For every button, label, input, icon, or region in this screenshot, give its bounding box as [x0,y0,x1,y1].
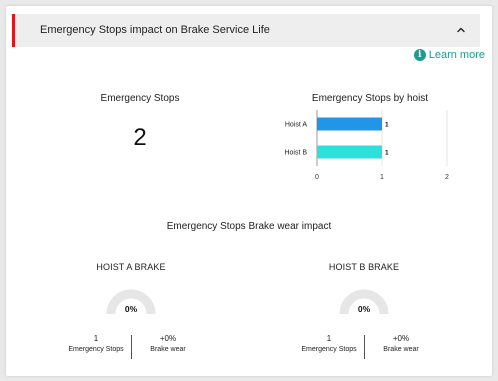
chart-bar [317,145,382,159]
hoist-a-brake-title: HOIST A BRAKE [96,262,166,272]
hoist-a-emergency-stops-stat: 1 Emergency Stops [61,334,131,353]
chart-x-tick-label: 1 [380,174,384,181]
hoist-b-wear-label: Brake wear [383,346,419,353]
hoist-a-wear-value: +0% [159,334,177,343]
hoist-b-stops-value: 1 [326,334,332,343]
emergency-stops-count: 2 [133,124,147,151]
chart-data-label: 1 [385,150,389,157]
header-accent-bar [12,14,15,47]
hoist-chart-title: Emergency Stops by hoist [311,93,429,104]
learn-more-link[interactable]: i Learn more [413,47,485,63]
hoist-a-wear-gauge [106,289,156,315]
hoist-a-stops-value: 1 [93,334,99,343]
info-icon: i [413,49,426,61]
chart-x-tick-label: 0 [315,174,319,181]
chevron-up-icon[interactable] [454,23,468,37]
panel-title: Emergency Stops impact on Brake Service … [40,24,270,36]
chart-bar [317,117,382,131]
chart-category-label: Hoist B [284,150,307,157]
hoist-bar-chart: 0 1 2 Hoist A 1 Hoist B 1 [284,110,449,181]
chart-data-label: 1 [385,122,389,129]
hoist-a-stops-label: Emergency Stops [68,346,124,353]
stat-divider [131,335,132,359]
hoist-b-wear-gauge [339,289,389,315]
hoist-a-wear-percent: 0% [124,304,138,314]
hoist-a-wear-label: Brake wear [150,346,186,353]
chart-category-label: Hoist A [285,122,308,129]
hoist-b-brake-title: HOIST B BRAKE [328,262,400,272]
hoist-b-brake-wear-stat: +0% Brake wear [366,334,436,353]
emergency-stops-title: Emergency Stops [100,93,180,104]
hoist-b-stops-label: Emergency Stops [301,346,357,353]
hoist-b-emergency-stops-stat: 1 Emergency Stops [294,334,364,353]
hoist-a-brake-panel: HOIST A BRAKE 0% 1 Emergency Stops +0% B… [61,262,201,359]
hoist-b-brake-panel: HOIST B BRAKE 0% 1 Emergency Stops +0% B… [294,262,434,359]
hoist-a-brake-wear-stat: +0% Brake wear [133,334,203,353]
hoist-b-wear-percent: 0% [357,304,371,314]
brake-wear-impact-title: Emergency Stops Brake wear impact [166,221,332,232]
hoist-b-wear-value: +0% [392,334,410,343]
stat-divider [364,335,365,359]
panel-header[interactable]: Emergency Stops impact on Brake Service … [12,14,480,47]
chart-x-tick-label: 2 [445,174,449,181]
hoist-b-stats: 1 Emergency Stops +0% Brake wear [294,334,434,360]
hoist-a-stats: 1 Emergency Stops +0% Brake wear [61,334,201,360]
learn-more-label: Learn more [428,49,485,61]
